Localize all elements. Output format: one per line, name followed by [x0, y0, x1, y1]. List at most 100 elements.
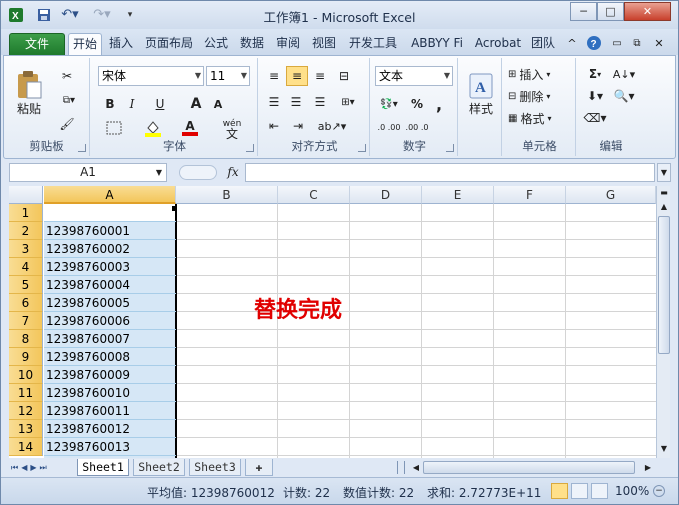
page-layout-view-icon[interactable]	[571, 483, 588, 499]
scroll-up-icon[interactable]: ▲	[658, 200, 670, 214]
clipboard-launcher-icon[interactable]	[78, 144, 86, 152]
column-header-f[interactable]: F	[494, 186, 566, 204]
italic-button[interactable]: I	[122, 94, 142, 114]
row-header[interactable]: 1	[9, 204, 43, 222]
expand-formula-icon[interactable]: ▼	[657, 163, 671, 182]
sheet-nav-icon[interactable]: ⏮◀▶⏭	[11, 459, 71, 476]
row-header[interactable]: 12	[9, 402, 43, 420]
tab-abbyy[interactable]: ABBYY Fi	[405, 33, 469, 55]
scroll-right-icon[interactable]: ▶	[641, 460, 655, 475]
scroll-left-icon[interactable]: ◀	[409, 460, 423, 475]
copy-icon[interactable]: ⧉▾	[56, 90, 82, 110]
scroll-split-icon[interactable]: ▬	[658, 186, 670, 200]
column-header-c[interactable]: C	[278, 186, 350, 204]
minimize-ribbon-icon[interactable]: ^	[564, 35, 580, 51]
row-header[interactable]: 9	[9, 348, 43, 366]
minimize-button[interactable]: ─	[570, 2, 597, 21]
help-icon[interactable]: ?	[586, 35, 602, 51]
column-header-b[interactable]: B	[176, 186, 278, 204]
font-launcher-icon[interactable]	[246, 144, 254, 152]
grow-font-button[interactable]: A	[186, 94, 206, 114]
normal-view-icon[interactable]	[551, 483, 568, 499]
phonetic-button[interactable]: wén 文	[218, 118, 246, 140]
row-header[interactable]: 10	[9, 366, 43, 384]
cell-a[interactable]: 12398760009	[44, 366, 176, 384]
fx-icon[interactable]: fx	[223, 163, 243, 182]
cell-a[interactable]: 12398760005	[44, 294, 176, 312]
tab-review[interactable]: 审阅	[272, 33, 304, 55]
sort-filter-icon[interactable]: A↓▾	[610, 64, 638, 84]
fill-icon[interactable]: ⬇▾	[582, 86, 608, 106]
insert-cells-button[interactable]: ⊞ 插入 ▾	[508, 64, 570, 84]
tab-insert[interactable]: 插入	[105, 33, 137, 55]
comma-style-button[interactable]: ,	[430, 94, 448, 114]
cell-a[interactable]: 12398760010	[44, 384, 176, 402]
decrease-decimal-button[interactable]: .00 .0	[404, 116, 430, 138]
insert-sheet-icon[interactable]: ✚	[245, 459, 273, 476]
wrap-text-icon[interactable]: ⊟	[334, 66, 354, 86]
align-left-icon[interactable]: ☰	[264, 92, 284, 112]
tab-file[interactable]: 文件	[9, 33, 65, 55]
row-header[interactable]: 11	[9, 384, 43, 402]
column-header-d[interactable]: D	[350, 186, 422, 204]
percent-style-button[interactable]: %	[408, 94, 426, 114]
cell-a[interactable]: 12398760001	[44, 222, 176, 240]
styles-button[interactable]: A 样式	[464, 64, 498, 124]
cell-a[interactable]: 12398760004	[44, 276, 176, 294]
align-bottom-icon[interactable]: ≡	[310, 66, 330, 86]
worksheet-grid[interactable]: A B C D E F G 1 2 12398760001 3 12398760002 4…	[9, 186, 656, 458]
sheet-tab-1[interactable]: Sheet1	[77, 459, 129, 476]
tab-home[interactable]: 开始	[68, 33, 102, 55]
underline-button[interactable]: U	[146, 94, 174, 114]
tab-view[interactable]: 视图	[308, 33, 340, 55]
find-select-icon[interactable]: 🔍▾	[610, 86, 638, 106]
scroll-down-icon[interactable]: ▼	[658, 442, 670, 456]
column-header-g[interactable]: G	[566, 186, 656, 204]
page-break-view-icon[interactable]	[591, 483, 608, 499]
row-header[interactable]: 13	[9, 420, 43, 438]
row-header[interactable]: 4	[9, 258, 43, 276]
alignment-launcher-icon[interactable]	[358, 144, 366, 152]
align-center-icon[interactable]: ☰	[286, 92, 306, 112]
row-header[interactable]: 6	[9, 294, 43, 312]
row-header[interactable]: 7	[9, 312, 43, 330]
cut-icon[interactable]: ✂	[56, 66, 78, 86]
borders-icon[interactable]	[100, 118, 128, 138]
workbook-minimize-icon[interactable]: ▭	[609, 35, 625, 51]
workbook-restore-icon[interactable]: ⧉	[629, 35, 645, 51]
cell-a[interactable]: 12398760013	[44, 438, 176, 456]
font-color-button[interactable]: A	[176, 118, 204, 138]
tab-split-handle[interactable]	[397, 461, 405, 474]
shrink-font-button[interactable]: A	[208, 94, 228, 114]
vertical-scroll-thumb[interactable]	[658, 216, 670, 354]
workbook-close-icon[interactable]: ✕	[651, 35, 667, 51]
sheet-tab-3[interactable]: Sheet3	[189, 459, 241, 476]
formula-expand-handle[interactable]	[179, 165, 217, 180]
row-header[interactable]: 5	[9, 276, 43, 294]
font-size-combo[interactable]: 11 ▼	[206, 66, 250, 86]
tab-data[interactable]: 数据	[236, 33, 268, 55]
horizontal-scroll-thumb[interactable]	[423, 461, 635, 474]
cell-a[interactable]: 12398760007	[44, 330, 176, 348]
align-right-icon[interactable]: ☰	[310, 92, 330, 112]
tab-formulas[interactable]: 公式	[200, 33, 232, 55]
increase-indent-icon[interactable]: ⇥	[288, 116, 308, 136]
select-all-corner[interactable]	[9, 186, 43, 204]
orientation-icon[interactable]: ab↗▾	[318, 116, 346, 136]
tab-page-layout[interactable]: 页面布局	[141, 33, 197, 55]
tab-team[interactable]: 团队	[528, 33, 558, 55]
merge-center-icon[interactable]: ⊞▾	[334, 92, 362, 112]
format-cells-button[interactable]: ▦ 格式 ▾	[508, 108, 570, 128]
align-top-icon[interactable]: ≡	[264, 66, 284, 86]
close-button[interactable]: ✕	[624, 2, 671, 21]
zoom-minus-icon[interactable]: −	[653, 485, 665, 497]
column-header-a[interactable]: A	[44, 186, 176, 204]
cell-a[interactable]	[44, 204, 176, 222]
row-header[interactable]: 8	[9, 330, 43, 348]
font-name-combo[interactable]: 宋体 ▼	[98, 66, 204, 86]
maximize-button[interactable]: □	[597, 2, 624, 21]
vertical-scrollbar[interactable]: ▬ ▲ ▼	[656, 186, 670, 458]
cell-a[interactable]: 12398760008	[44, 348, 176, 366]
decrease-indent-icon[interactable]: ⇤	[264, 116, 284, 136]
increase-decimal-button[interactable]: .0 .00	[376, 116, 402, 138]
